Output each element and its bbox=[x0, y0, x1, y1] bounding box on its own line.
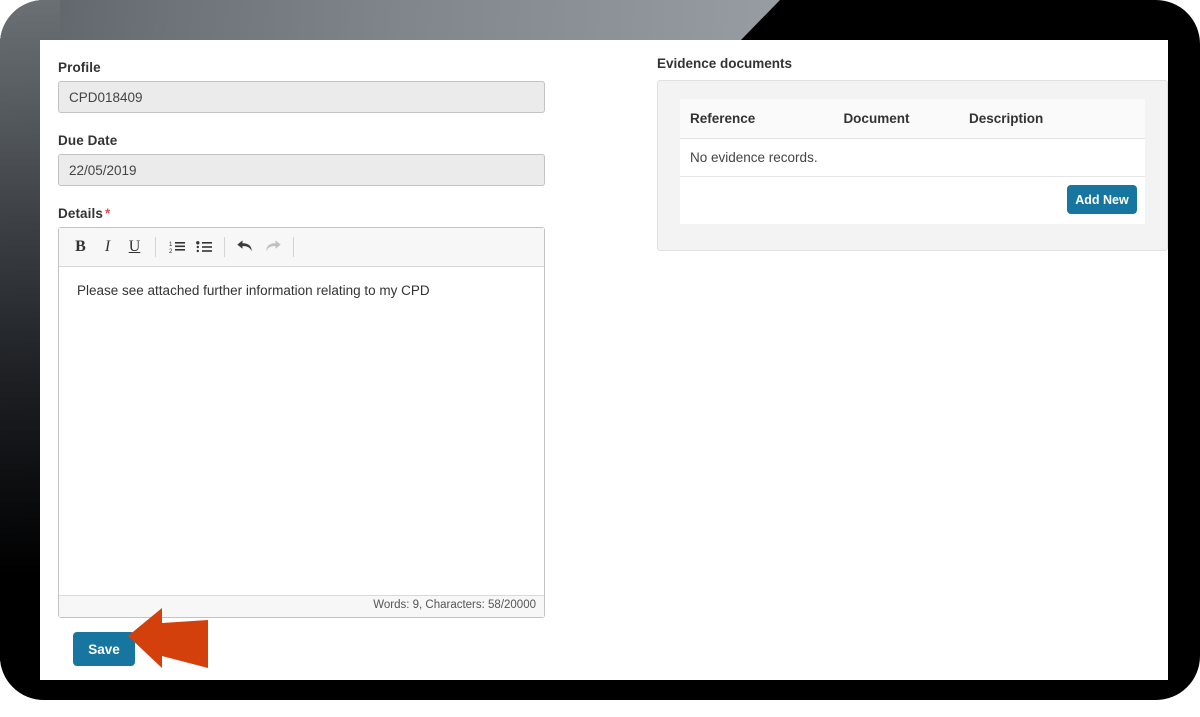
evidence-table-header-row: Reference Document Description bbox=[680, 99, 1145, 139]
due-date-field-group: Due Date bbox=[58, 133, 568, 186]
profile-field-group: Profile bbox=[58, 60, 568, 113]
column-header-description: Description bbox=[958, 99, 1145, 139]
svg-text:2: 2 bbox=[169, 249, 173, 254]
required-marker: * bbox=[104, 206, 111, 221]
toolbar-divider bbox=[155, 237, 156, 257]
undo-icon[interactable] bbox=[232, 234, 259, 261]
svg-text:1: 1 bbox=[169, 242, 173, 248]
evidence-section-title: Evidence documents bbox=[657, 56, 793, 71]
evidence-panel: Reference Document Description No eviden… bbox=[657, 80, 1168, 251]
evidence-table: Reference Document Description No eviden… bbox=[680, 99, 1145, 177]
ordered-list-icon[interactable]: 1 2 bbox=[163, 234, 190, 261]
evidence-panel-actions: Add New bbox=[680, 177, 1145, 224]
evidence-documents-section: Evidence documents Reference Document De… bbox=[657, 56, 1168, 251]
details-label: Details * bbox=[58, 206, 568, 221]
toolbar-divider bbox=[293, 237, 294, 257]
device-frame: Profile Due Date Details* B I U bbox=[0, 0, 1200, 717]
underline-icon[interactable]: U bbox=[121, 234, 148, 261]
italic-icon[interactable]: I bbox=[94, 234, 121, 261]
screen-content-area: Profile Due Date Details* B I U bbox=[40, 40, 1168, 680]
details-text-area[interactable]: Please see attached further information … bbox=[59, 267, 544, 595]
add-new-button[interactable]: Add New bbox=[1067, 185, 1137, 214]
details-field-group: Details * B I U 1 2 Please see attached … bbox=[58, 206, 568, 618]
column-header-document: Document bbox=[833, 99, 959, 139]
profile-label: Profile bbox=[58, 60, 101, 75]
due-date-label: Due Date bbox=[58, 133, 118, 148]
column-header-reference: Reference bbox=[680, 99, 834, 139]
profile-input[interactable] bbox=[58, 81, 545, 113]
bold-icon[interactable]: B bbox=[67, 234, 94, 261]
cpd-form: Profile Due Date Details* B I U bbox=[58, 60, 568, 666]
editor-toolbar: B I U 1 2 bbox=[59, 228, 544, 267]
unordered-list-icon[interactable] bbox=[190, 234, 217, 261]
toolbar-divider bbox=[224, 237, 225, 257]
save-button[interactable]: Save bbox=[73, 632, 135, 666]
rich-text-editor: B I U 1 2 Please see attached further in… bbox=[58, 227, 545, 618]
word-character-counter: Words: 9, Characters: 58/20000 bbox=[59, 595, 544, 617]
details-label-text: Details bbox=[58, 206, 103, 221]
due-date-input[interactable] bbox=[58, 154, 545, 186]
evidence-empty-row: No evidence records. bbox=[680, 138, 1145, 177]
evidence-empty-message: No evidence records. bbox=[680, 138, 1145, 177]
redo-icon[interactable] bbox=[259, 234, 286, 261]
